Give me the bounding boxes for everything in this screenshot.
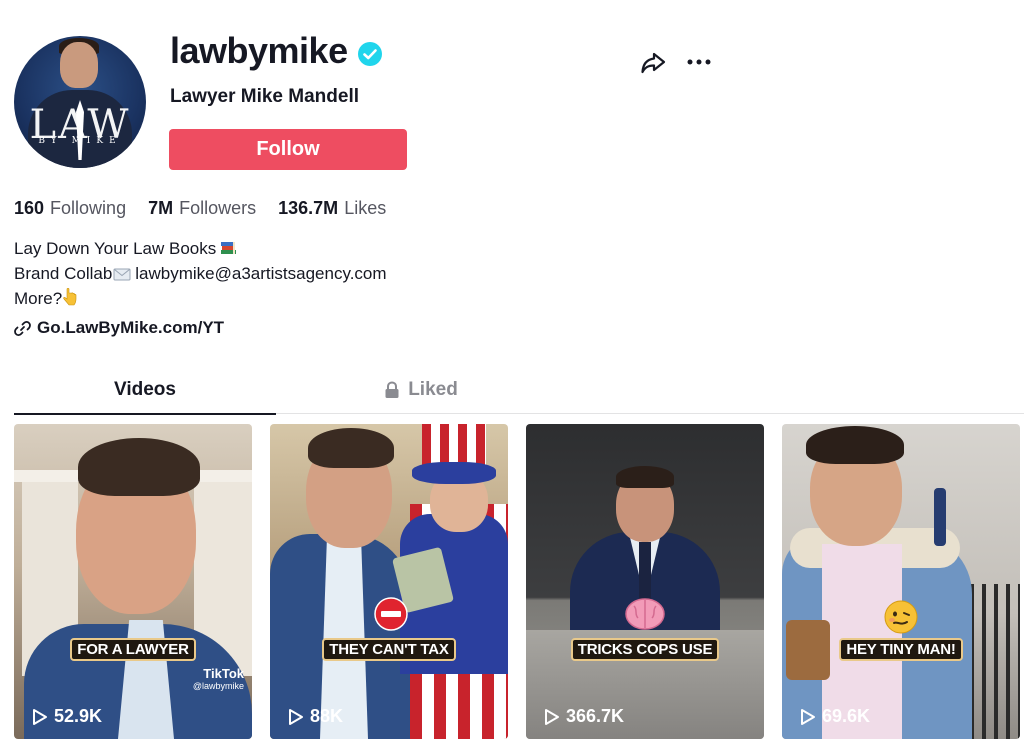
profile-link-text: Go.LawByMike.com/YT bbox=[37, 318, 225, 337]
view-count-text: 88K bbox=[310, 706, 344, 726]
bio-contact-email: lawbymike@a3artistsagency.com bbox=[135, 264, 387, 283]
tab-videos-label: Videos bbox=[114, 379, 176, 400]
stat-followers[interactable]: 7M Followers bbox=[148, 198, 256, 219]
books-emoji-icon bbox=[221, 242, 237, 254]
followers-count: 7M bbox=[148, 198, 174, 218]
avatar-logo-subtext: BY MIKE bbox=[38, 136, 122, 146]
video-caption-box: THEY CAN'T TAX bbox=[270, 638, 508, 661]
video-card[interactable]: THEY CAN'T TAX 88K bbox=[270, 424, 508, 739]
envelope-emoji-icon bbox=[113, 268, 131, 281]
profile-bio: Lay Down Your Law Books Brand Collab law… bbox=[14, 236, 387, 311]
thumbnail-tie bbox=[639, 542, 651, 600]
tab-liked-label: Liked bbox=[408, 379, 458, 400]
play-icon bbox=[801, 708, 815, 725]
video-view-count: 69.6K bbox=[800, 706, 870, 727]
thumbnail-tiny-man bbox=[934, 488, 946, 546]
tiktok-watermark: TikTok @lawbymike bbox=[193, 666, 244, 691]
video-card[interactable]: TRICKS COPS USE 366.7K bbox=[526, 424, 764, 739]
likes-label: Likes bbox=[344, 198, 387, 218]
video-view-count: 366.7K bbox=[544, 706, 624, 727]
profile-username: lawbymike bbox=[170, 30, 348, 71]
video-caption-box: HEY TINY MAN! bbox=[782, 638, 1020, 661]
profile-stats: 160 Following 7M Followers 136.7M Likes bbox=[14, 198, 408, 219]
video-view-count: 88K bbox=[288, 706, 343, 727]
video-caption: TRICKS COPS USE bbox=[570, 638, 720, 661]
play-icon bbox=[289, 708, 303, 725]
stat-likes: 136.7M Likes bbox=[278, 198, 386, 219]
video-caption-box: TRICKS COPS USE bbox=[526, 638, 764, 661]
more-dots-icon[interactable] bbox=[685, 48, 713, 76]
view-count-text: 366.7K bbox=[566, 706, 625, 726]
follow-button[interactable]: Follow bbox=[169, 129, 407, 170]
video-caption: THEY CAN'T TAX bbox=[322, 638, 456, 661]
lock-icon bbox=[385, 381, 399, 398]
video-card[interactable]: HEY TINY MAN! 69.6K bbox=[782, 424, 1020, 739]
brain-emoji-icon bbox=[625, 598, 665, 630]
bio-line-1-text: Lay Down Your Law Books bbox=[14, 239, 217, 258]
video-caption-box: FOR A LAWYER bbox=[14, 638, 252, 661]
following-count: 160 bbox=[14, 198, 45, 218]
thumbnail-hair bbox=[806, 426, 904, 464]
play-icon bbox=[33, 708, 47, 725]
followers-label: Followers bbox=[179, 198, 257, 218]
profile-tabs: Videos Liked bbox=[14, 366, 1024, 415]
thumbnail-hair bbox=[78, 438, 200, 496]
view-count-text: 69.6K bbox=[822, 706, 871, 726]
stat-following[interactable]: 160 Following bbox=[14, 198, 126, 219]
video-caption: HEY TINY MAN! bbox=[839, 638, 963, 661]
profile-display-name: Lawyer Mike Mandell bbox=[170, 86, 360, 107]
pointing-down-emoji-icon bbox=[63, 288, 77, 306]
video-view-count: 52.9K bbox=[32, 706, 102, 727]
avatar-face bbox=[60, 42, 98, 88]
bio-line-2: Brand Collab lawbymike@a3artistsagency.c… bbox=[14, 261, 387, 286]
tab-liked[interactable]: Liked bbox=[290, 366, 552, 414]
no-entry-emoji-icon bbox=[374, 597, 408, 631]
profile-avatar[interactable]: LAW BY MIKE bbox=[14, 36, 146, 168]
woozy-face-emoji-icon bbox=[884, 600, 918, 634]
video-card[interactable]: FOR A LAWYER TikTok @lawbymike 52.9K bbox=[14, 424, 252, 739]
view-count-text: 52.9K bbox=[54, 706, 103, 726]
watermark-brand: TikTok bbox=[203, 666, 244, 681]
profile-link[interactable]: Go.LawByMike.com/YT bbox=[14, 318, 224, 338]
link-icon bbox=[14, 320, 31, 336]
following-label: Following bbox=[50, 198, 127, 218]
video-caption: FOR A LAWYER bbox=[70, 638, 196, 661]
verified-badge-icon bbox=[358, 42, 382, 66]
bio-line-2-prefix: Brand Collab bbox=[14, 264, 113, 283]
share-arrow-icon[interactable] bbox=[639, 48, 667, 76]
bio-line-3-text: More? bbox=[14, 289, 63, 308]
tab-videos[interactable]: Videos bbox=[14, 366, 276, 415]
bio-line-3: More? bbox=[14, 286, 387, 311]
watermark-username: @lawbymike bbox=[192, 681, 244, 691]
thumbnail-hair bbox=[616, 466, 674, 488]
likes-count: 136.7M bbox=[278, 198, 339, 218]
thumbnail-hat-band bbox=[412, 462, 496, 484]
bio-line-1: Lay Down Your Law Books bbox=[14, 236, 387, 261]
thumbnail-hair bbox=[308, 428, 394, 468]
play-icon bbox=[545, 708, 559, 725]
